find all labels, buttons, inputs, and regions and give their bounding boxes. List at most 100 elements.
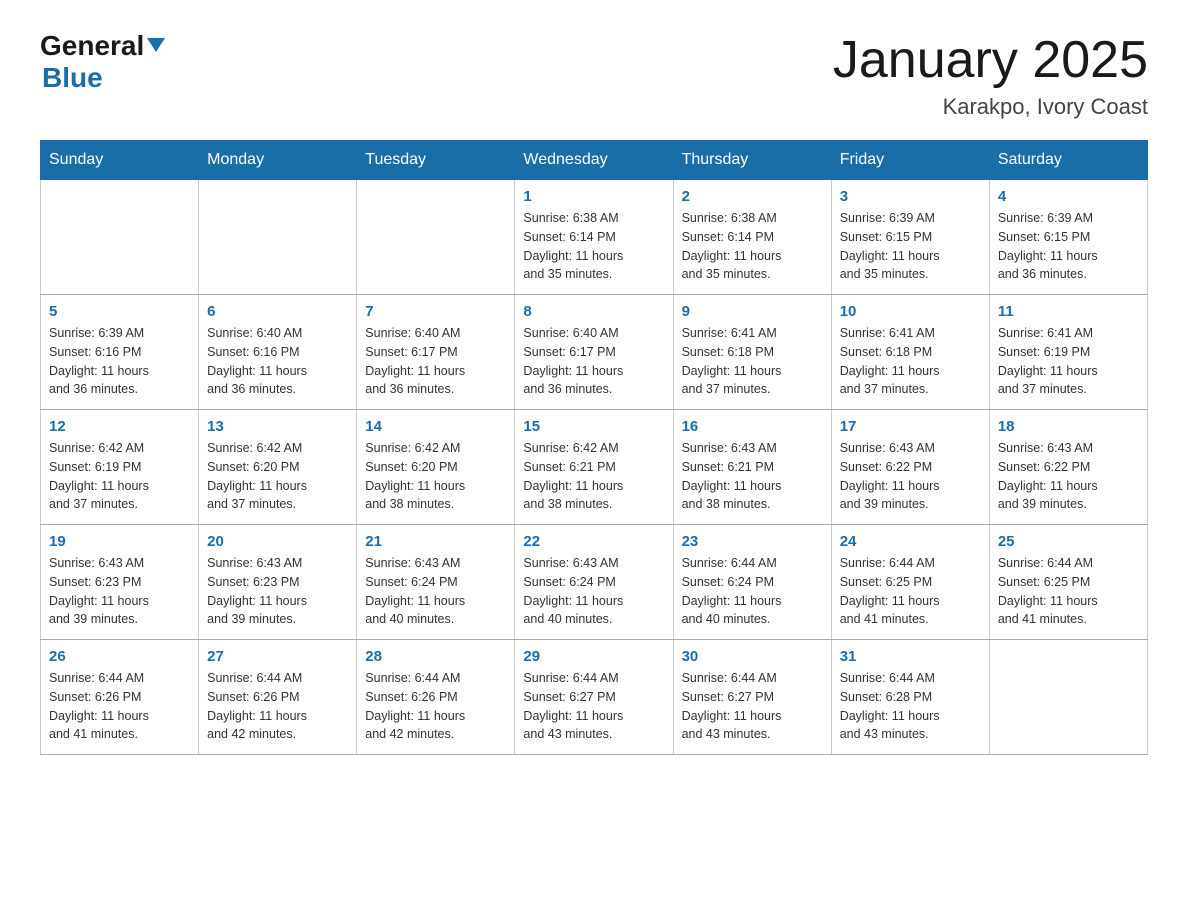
calendar-cell: 23Sunrise: 6:44 AMSunset: 6:24 PMDayligh… (673, 525, 831, 640)
day-info: Sunrise: 6:42 AMSunset: 6:19 PMDaylight:… (49, 439, 190, 514)
day-info: Sunrise: 6:44 AMSunset: 6:25 PMDaylight:… (840, 554, 981, 629)
calendar-week-row-1: 1 Sunrise: 6:38 AMSunset: 6:14 PMDaylight… (41, 180, 1148, 295)
day-info: Sunrise: 6:40 AMSunset: 6:17 PMDaylight:… (365, 324, 506, 399)
day-number: 2 (682, 188, 823, 205)
day-info: Sunrise: 6:42 AMSunset: 6:21 PMDaylight:… (523, 439, 664, 514)
day-number: 28 (365, 648, 506, 665)
day-number: 22 (523, 533, 664, 550)
day-info: Sunrise: 6:43 AMSunset: 6:21 PMDaylight:… (682, 439, 823, 514)
weekday-header-wednesday: Wednesday (515, 141, 673, 180)
calendar-week-row-3: 12 Sunrise: 6:42 AMSunset: 6:19 PMDayligh… (41, 410, 1148, 525)
day-info: Sunrise: 6:38 AMSunset: 6:14 PMDaylight:… (523, 209, 664, 284)
calendar-cell: 26 Sunrise: 6:44 AMSunset: 6:26 PMDayligh… (41, 640, 199, 755)
day-number: 1 (523, 188, 664, 205)
day-info: Sunrise: 6:40 AMSunset: 6:17 PMDaylight:… (523, 324, 664, 399)
calendar-cell: 24 Sunrise: 6:44 AMSunset: 6:25 PMDayligh… (831, 525, 989, 640)
day-info: Sunrise: 6:41 AMSunset: 6:19 PMDaylight:… (998, 324, 1139, 399)
day-info: Sunrise: 6:43 AMSunset: 6:24 PMDaylight:… (523, 554, 664, 629)
day-number: 3 (840, 188, 981, 205)
day-info: Sunrise: 6:43 AMSunset: 6:23 PMDaylight:… (207, 554, 348, 629)
calendar-cell: 7Sunrise: 6:40 AMSunset: 6:17 PMDaylight… (357, 295, 515, 410)
page-header: General Blue January 2025 Karakpo, Ivory… (40, 30, 1148, 120)
calendar-cell (989, 640, 1147, 755)
day-info: Sunrise: 6:44 AMSunset: 6:25 PMDaylight:… (998, 554, 1139, 629)
day-number: 15 (523, 418, 664, 435)
calendar-cell: 18 Sunrise: 6:43 AMSunset: 6:22 PMDayligh… (989, 410, 1147, 525)
day-info: Sunrise: 6:39 AMSunset: 6:15 PMDaylight:… (840, 209, 981, 284)
weekday-header-saturday: Saturday (989, 141, 1147, 180)
day-number: 19 (49, 533, 190, 550)
title-block: January 2025 Karakpo, Ivory Coast (833, 30, 1148, 120)
logo-general-text: General (40, 30, 144, 62)
calendar-cell: 6 Sunrise: 6:40 AMSunset: 6:16 PMDaylight… (199, 295, 357, 410)
day-info: Sunrise: 6:42 AMSunset: 6:20 PMDaylight:… (365, 439, 506, 514)
weekday-header-tuesday: Tuesday (357, 141, 515, 180)
calendar-cell: 19 Sunrise: 6:43 AMSunset: 6:23 PMDayligh… (41, 525, 199, 640)
calendar-cell: 20 Sunrise: 6:43 AMSunset: 6:23 PMDayligh… (199, 525, 357, 640)
day-number: 18 (998, 418, 1139, 435)
day-info: Sunrise: 6:43 AMSunset: 6:23 PMDaylight:… (49, 554, 190, 629)
day-info: Sunrise: 6:38 AMSunset: 6:14 PMDaylight:… (682, 209, 823, 284)
calendar-cell (357, 180, 515, 295)
day-number: 27 (207, 648, 348, 665)
calendar-cell: 25 Sunrise: 6:44 AMSunset: 6:25 PMDayligh… (989, 525, 1147, 640)
day-number: 9 (682, 303, 823, 320)
day-number: 23 (682, 533, 823, 550)
weekday-header-monday: Monday (199, 141, 357, 180)
calendar-week-row-2: 5 Sunrise: 6:39 AMSunset: 6:16 PMDaylight… (41, 295, 1148, 410)
calendar-cell: 8 Sunrise: 6:40 AMSunset: 6:17 PMDaylight… (515, 295, 673, 410)
calendar-cell: 15 Sunrise: 6:42 AMSunset: 6:21 PMDayligh… (515, 410, 673, 525)
day-number: 25 (998, 533, 1139, 550)
day-info: Sunrise: 6:44 AMSunset: 6:26 PMDaylight:… (207, 669, 348, 744)
calendar-week-row-5: 26 Sunrise: 6:44 AMSunset: 6:26 PMDayligh… (41, 640, 1148, 755)
logo-triangle-icon (147, 38, 165, 57)
day-info: Sunrise: 6:40 AMSunset: 6:16 PMDaylight:… (207, 324, 348, 399)
calendar-cell: 14Sunrise: 6:42 AMSunset: 6:20 PMDayligh… (357, 410, 515, 525)
calendar-cell: 5 Sunrise: 6:39 AMSunset: 6:16 PMDaylight… (41, 295, 199, 410)
day-number: 26 (49, 648, 190, 665)
day-number: 16 (682, 418, 823, 435)
day-number: 30 (682, 648, 823, 665)
day-info: Sunrise: 6:44 AMSunset: 6:28 PMDaylight:… (840, 669, 981, 744)
calendar-cell: 10Sunrise: 6:41 AMSunset: 6:18 PMDayligh… (831, 295, 989, 410)
day-info: Sunrise: 6:39 AMSunset: 6:15 PMDaylight:… (998, 209, 1139, 284)
day-info: Sunrise: 6:43 AMSunset: 6:22 PMDaylight:… (998, 439, 1139, 514)
calendar-cell: 1 Sunrise: 6:38 AMSunset: 6:14 PMDaylight… (515, 180, 673, 295)
day-number: 21 (365, 533, 506, 550)
calendar-cell (41, 180, 199, 295)
calendar-cell: 16 Sunrise: 6:43 AMSunset: 6:21 PMDayligh… (673, 410, 831, 525)
day-number: 12 (49, 418, 190, 435)
day-info: Sunrise: 6:43 AMSunset: 6:22 PMDaylight:… (840, 439, 981, 514)
day-info: Sunrise: 6:43 AMSunset: 6:24 PMDaylight:… (365, 554, 506, 629)
calendar-cell: 30 Sunrise: 6:44 AMSunset: 6:27 PMDayligh… (673, 640, 831, 755)
day-info: Sunrise: 6:44 AMSunset: 6:27 PMDaylight:… (523, 669, 664, 744)
calendar-cell: 3 Sunrise: 6:39 AMSunset: 6:15 PMDaylight… (831, 180, 989, 295)
calendar-title: January 2025 (833, 30, 1148, 90)
day-info: Sunrise: 6:44 AMSunset: 6:26 PMDaylight:… (49, 669, 190, 744)
calendar-cell: 29 Sunrise: 6:44 AMSunset: 6:27 PMDayligh… (515, 640, 673, 755)
day-number: 6 (207, 303, 348, 320)
weekday-header-thursday: Thursday (673, 141, 831, 180)
day-info: Sunrise: 6:44 AMSunset: 6:27 PMDaylight:… (682, 669, 823, 744)
calendar-cell: 9Sunrise: 6:41 AMSunset: 6:18 PMDaylight… (673, 295, 831, 410)
day-number: 29 (523, 648, 664, 665)
calendar-cell: 12 Sunrise: 6:42 AMSunset: 6:19 PMDayligh… (41, 410, 199, 525)
calendar-cell: 4 Sunrise: 6:39 AMSunset: 6:15 PMDaylight… (989, 180, 1147, 295)
calendar-week-row-4: 19 Sunrise: 6:43 AMSunset: 6:23 PMDayligh… (41, 525, 1148, 640)
day-number: 10 (840, 303, 981, 320)
calendar-cell: 21 Sunrise: 6:43 AMSunset: 6:24 PMDayligh… (357, 525, 515, 640)
day-number: 24 (840, 533, 981, 550)
calendar-cell: 17Sunrise: 6:43 AMSunset: 6:22 PMDayligh… (831, 410, 989, 525)
weekday-header-row: SundayMondayTuesdayWednesdayThursdayFrid… (41, 141, 1148, 180)
day-info: Sunrise: 6:39 AMSunset: 6:16 PMDaylight:… (49, 324, 190, 399)
day-number: 20 (207, 533, 348, 550)
calendar-cell: 11 Sunrise: 6:41 AMSunset: 6:19 PMDayligh… (989, 295, 1147, 410)
day-number: 8 (523, 303, 664, 320)
day-number: 5 (49, 303, 190, 320)
calendar-cell: 31Sunrise: 6:44 AMSunset: 6:28 PMDayligh… (831, 640, 989, 755)
day-info: Sunrise: 6:42 AMSunset: 6:20 PMDaylight:… (207, 439, 348, 514)
calendar-cell: 22 Sunrise: 6:43 AMSunset: 6:24 PMDayligh… (515, 525, 673, 640)
day-number: 4 (998, 188, 1139, 205)
weekday-header-friday: Friday (831, 141, 989, 180)
day-number: 11 (998, 303, 1139, 320)
